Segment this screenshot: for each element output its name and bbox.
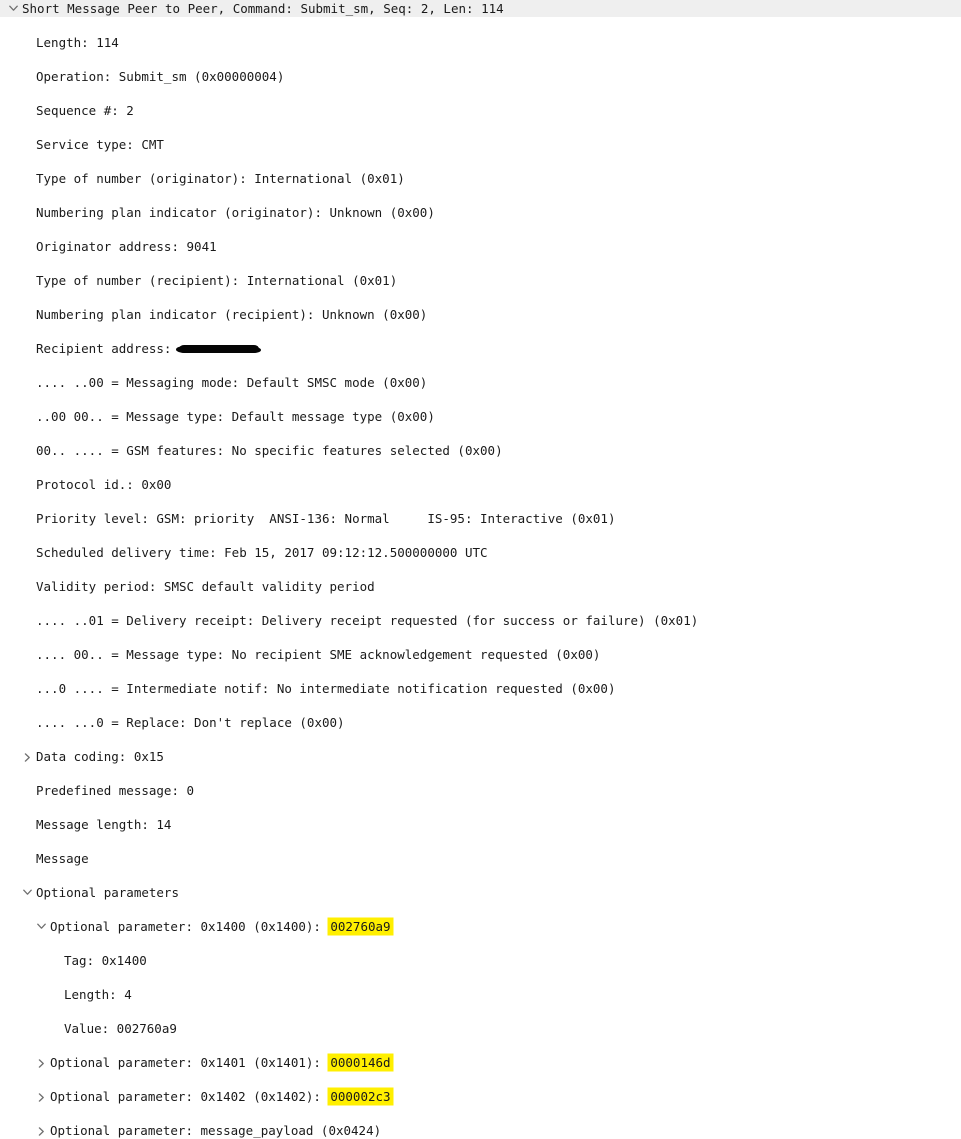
tree-row-label: Originator address: 9041	[36, 239, 217, 254]
tree-row-label: .... ...0 = Replace: Don't replace (0x00…	[36, 715, 345, 730]
tree-row-delivery-receipt[interactable]: .... ..01 = Delivery receipt: Delivery r…	[0, 612, 961, 629]
chevron-down-icon[interactable]	[21, 884, 33, 901]
chevron-down-icon[interactable]	[7, 0, 19, 17]
highlight-marker: 000002c3	[329, 1089, 392, 1104]
tree-row-label: Service type: CMT	[36, 137, 164, 152]
tree-row-tlv-length[interactable]: Length: 4	[0, 986, 961, 1003]
tree-row-message-type-acknowledgement[interactable]: .... 00.. = Message type: No recipient S…	[0, 646, 961, 663]
tree-row-label: Value: 002760a9	[64, 1021, 177, 1036]
tree-row-label: Numbering plan indicator (originator): U…	[36, 205, 435, 220]
tree-row-type-of-number-originator[interactable]: Type of number (originator): Internation…	[0, 170, 961, 187]
tree-row-label: Short Message Peer to Peer, Command: Sub…	[22, 1, 504, 16]
tree-row-label: Tag: 0x1400	[64, 953, 147, 968]
tree-row-gsm-features[interactable]: 00.. .... = GSM features: No specific fe…	[0, 442, 961, 459]
tree-row-label: Message	[36, 851, 89, 866]
tree-row-label: .... 00.. = Message type: No recipient S…	[36, 647, 601, 662]
tree-row-label: Length: 4	[64, 987, 132, 1002]
tree-row-optional-parameters[interactable]: Optional parameters	[0, 884, 961, 901]
tree-row-label: Message length: 14	[36, 817, 172, 832]
chevron-right-icon[interactable]	[21, 748, 33, 765]
tree-row-optional-parameter-0x1402[interactable]: Optional parameter: 0x1402 (0x1402): 000…	[0, 1088, 961, 1105]
tree-row-numbering-plan-indicator-recipient[interactable]: Numbering plan indicator (recipient): Un…	[0, 306, 961, 323]
tree-row-label: Optional parameter: 0x1400 (0x1400):	[50, 919, 329, 934]
tree-row-recipient-address[interactable]: Recipient address:	[0, 340, 961, 357]
tree-row-length[interactable]: Length: 114	[0, 34, 961, 51]
tree-row-label: Validity period: SMSC default validity p…	[36, 579, 375, 594]
highlighted-value: 002760a9	[329, 918, 392, 935]
tree-row-label: Scheduled delivery time: Feb 15, 2017 09…	[36, 545, 488, 560]
tree-row-numbering-plan-indicator-originator[interactable]: Numbering plan indicator (originator): U…	[0, 204, 961, 221]
tree-row-message[interactable]: Message	[0, 850, 961, 867]
tree-row-label: Optional parameters	[36, 885, 179, 900]
chevron-right-icon[interactable]	[35, 1088, 47, 1105]
tree-row-label: .... ..01 = Delivery receipt: Delivery r…	[36, 613, 699, 628]
tree-row-data-coding[interactable]: Data coding: 0x15	[0, 748, 961, 765]
tree-row-messaging-mode[interactable]: .... ..00 = Messaging mode: Default SMSC…	[0, 374, 961, 391]
redaction-marker	[176, 345, 262, 353]
tree-row-label: Operation: Submit_sm (0x00000004)	[36, 69, 285, 84]
tree-row-optional-parameter-0x1401[interactable]: Optional parameter: 0x1401 (0x1401): 000…	[0, 1054, 961, 1071]
tree-row-operation[interactable]: Operation: Submit_sm (0x00000004)	[0, 68, 961, 85]
tree-row-label: Data coding: 0x15	[36, 749, 164, 764]
tree-row-label: Protocol id.: 0x00	[36, 477, 172, 492]
tree-row-label: .... ..00 = Messaging mode: Default SMSC…	[36, 375, 428, 390]
tree-row-scheduled-delivery-time[interactable]: Scheduled delivery time: Feb 15, 2017 09…	[0, 544, 961, 561]
tree-row-label: Sequence #: 2	[36, 103, 134, 118]
tree-row-validity-period[interactable]: Validity period: SMSC default validity p…	[0, 578, 961, 595]
tree-row-priority-level[interactable]: Priority level: GSM: priority ANSI-136: …	[0, 510, 961, 527]
tree-row-replace[interactable]: .... ...0 = Replace: Don't replace (0x00…	[0, 714, 961, 731]
chevron-right-icon[interactable]	[35, 1054, 47, 1071]
tree-row-label: ...0 .... = Intermediate notif: No inter…	[36, 681, 616, 696]
packet-detail-tree[interactable]: Short Message Peer to Peer, Command: Sub…	[0, 0, 961, 1138]
tree-row-predefined-message[interactable]: Predefined message: 0	[0, 782, 961, 799]
tree-row-message-length[interactable]: Message length: 14	[0, 816, 961, 833]
tree-row-originator-address[interactable]: Originator address: 9041	[0, 238, 961, 255]
highlighted-value: 0000146d	[329, 1054, 392, 1071]
tree-row-message-type-esm[interactable]: ..00 00.. = Message type: Default messag…	[0, 408, 961, 425]
tree-row-type-of-number-recipient[interactable]: Type of number (recipient): Internationa…	[0, 272, 961, 289]
tree-row-label: Optional parameter: 0x1402 (0x1402):	[50, 1089, 329, 1104]
tree-row-service-type[interactable]: Service type: CMT	[0, 136, 961, 153]
tree-row-intermediate-notif[interactable]: ...0 .... = Intermediate notif: No inter…	[0, 680, 961, 697]
chevron-down-icon[interactable]	[35, 918, 47, 935]
highlight-marker: 002760a9	[329, 919, 392, 934]
tree-row-label: ..00 00.. = Message type: Default messag…	[36, 409, 435, 424]
chevron-right-icon[interactable]	[35, 1122, 47, 1139]
tree-row-short-message-peer-to-peer[interactable]: Short Message Peer to Peer, Command: Sub…	[0, 0, 961, 17]
tree-row-label: Predefined message: 0	[36, 783, 195, 798]
tree-row-optional-parameter-0x1400[interactable]: Optional parameter: 0x1400 (0x1400): 002…	[0, 918, 961, 935]
tree-row-label: Type of number (recipient): Internationa…	[36, 273, 398, 288]
tree-row-label: Priority level: GSM: priority ANSI-136: …	[36, 511, 616, 526]
tree-row-label: Optional parameter: message_payload (0x0…	[50, 1123, 382, 1138]
tree-row-label: Recipient address:	[36, 341, 179, 356]
tree-row-tag[interactable]: Tag: 0x1400	[0, 952, 961, 969]
tree-row-label: Length: 114	[36, 35, 119, 50]
tree-row-sequence-number[interactable]: Sequence #: 2	[0, 102, 961, 119]
tree-row-label: Numbering plan indicator (recipient): Un…	[36, 307, 428, 322]
tree-row-protocol-id[interactable]: Protocol id.: 0x00	[0, 476, 961, 493]
highlight-marker: 0000146d	[329, 1055, 392, 1070]
tree-row-tlv-value[interactable]: Value: 002760a9	[0, 1020, 961, 1037]
tree-row-label: Optional parameter: 0x1401 (0x1401):	[50, 1055, 329, 1070]
tree-row-label: Type of number (originator): Internation…	[36, 171, 405, 186]
highlighted-value: 000002c3	[329, 1088, 392, 1105]
tree-row-optional-parameter-message-payload[interactable]: Optional parameter: message_payload (0x0…	[0, 1122, 961, 1139]
tree-row-label: 00.. .... = GSM features: No specific fe…	[36, 443, 503, 458]
